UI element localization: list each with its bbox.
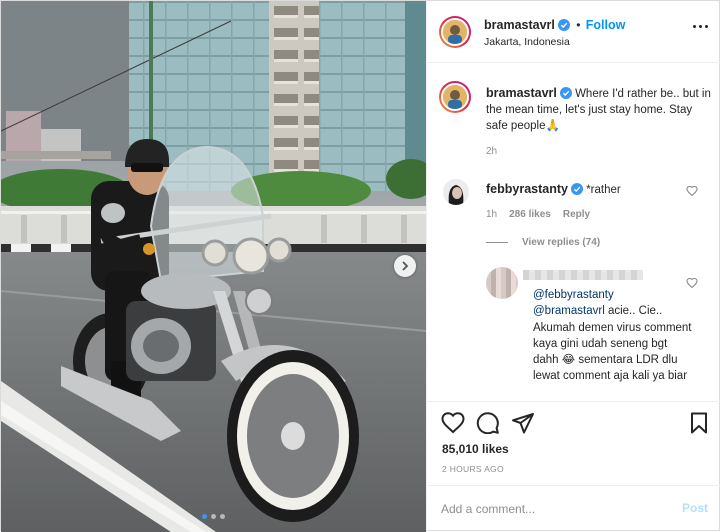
share-paper-plane-icon[interactable] <box>511 412 535 434</box>
commenter-avatar[interactable] <box>443 179 469 205</box>
post-comment-button[interactable]: Post <box>682 501 708 515</box>
divider-line <box>486 242 508 243</box>
avatar-image <box>443 179 469 205</box>
carousel-dot <box>220 514 225 519</box>
comment-time[interactable]: 1h <box>486 209 497 220</box>
comment-bubble-icon[interactable] <box>476 412 500 434</box>
author-avatar[interactable] <box>439 16 471 48</box>
post-header: bramastavrl • Follow Jakarta, Indonesia <box>427 1 720 63</box>
like-heart-icon[interactable] <box>441 412 465 434</box>
comments-section[interactable]: bramastavrl Where I'd rather be.. but in… <box>427 63 720 401</box>
comment-text: *rather <box>586 184 621 196</box>
reply-mention[interactable]: @febbyrastanty <box>533 289 614 301</box>
caption: bramastavrl Where I'd rather be.. but in… <box>486 85 711 134</box>
header-title-row: bramastavrl • Follow <box>484 18 625 32</box>
comment: febbyrastanty *rather <box>486 181 686 198</box>
author-username[interactable]: bramastavrl <box>484 18 555 32</box>
carousel-dot <box>211 514 216 519</box>
comment-composer: Post <box>427 485 720 532</box>
save-bookmark-icon[interactable] <box>689 412 709 434</box>
like-comment-heart-icon[interactable] <box>686 185 698 197</box>
post-sidebar: bramastavrl • Follow Jakarta, Indonesia <box>426 1 720 532</box>
chevron-right-icon <box>402 261 409 271</box>
verified-badge-icon <box>557 19 570 31</box>
comment-likes[interactable]: 286 likes <box>509 209 551 220</box>
carousel-dot <box>202 514 207 519</box>
follow-separator: • <box>576 18 581 32</box>
post-timestamp[interactable]: 2 HOURS AGO <box>442 464 504 474</box>
caption-username[interactable]: bramastavrl <box>486 86 557 100</box>
more-options-icon[interactable] <box>693 25 708 28</box>
likes-count[interactable]: 85,010 likes <box>442 442 509 456</box>
caption-avatar[interactable] <box>439 81 471 113</box>
reply-button[interactable]: Reply <box>563 209 590 220</box>
comment-meta: 1h 286 likes Reply <box>486 209 602 220</box>
caption-time[interactable]: 2h <box>486 146 497 157</box>
view-replies-label: View replies (74) <box>522 237 601 248</box>
reply-avatar[interactable] <box>486 267 518 299</box>
post-photo[interactable] <box>1 1 426 532</box>
verified-badge-icon <box>559 87 572 99</box>
carousel-indicator <box>1 514 426 519</box>
next-photo-button[interactable] <box>394 255 416 277</box>
reply-text: @febbyrastanty @bramastavrl acie.. Cie..… <box>533 287 693 385</box>
instagram-post: bramastavrl • Follow Jakarta, Indonesia <box>0 0 720 532</box>
avatar-image <box>443 20 467 44</box>
post-location[interactable]: Jakarta, Indonesia <box>484 36 570 48</box>
avatar-image <box>443 85 467 109</box>
follow-button[interactable]: Follow <box>586 18 626 32</box>
view-replies-button[interactable]: View replies (74) <box>486 237 600 248</box>
reply-mention[interactable]: @bramastavrl <box>533 305 605 317</box>
reply-username-redacted <box>523 270 643 280</box>
add-comment-input[interactable] <box>441 500 661 518</box>
verified-badge-icon <box>570 183 583 195</box>
post-actions: 85,010 likes 2 HOURS AGO <box>427 401 720 485</box>
commenter-username[interactable]: febbyrastanty <box>486 182 568 196</box>
photo-illustration <box>1 1 426 532</box>
